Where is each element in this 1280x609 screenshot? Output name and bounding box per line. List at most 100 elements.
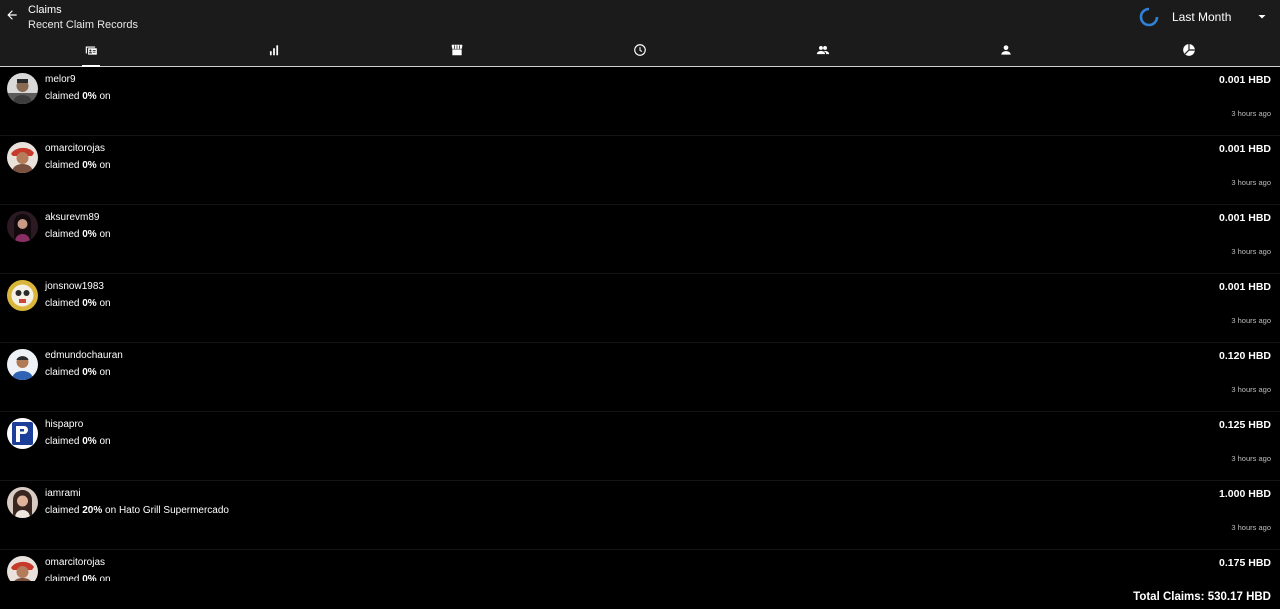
claim-percent: 0% (82, 91, 97, 102)
claim-description: claimed 0% on (45, 160, 111, 172)
claim-prefix: claimed (45, 160, 83, 171)
nav-tabs (0, 33, 1280, 67)
claim-store: on (96, 229, 111, 240)
avatar (7, 280, 38, 311)
claim-description: claimed 0% on (45, 229, 111, 241)
claim-store: on (96, 91, 111, 102)
claim-prefix: claimed (45, 298, 83, 309)
pie-chart-icon (1182, 43, 1195, 56)
claim-description: claimed 20% on Hato Grill Supermercado (45, 505, 229, 517)
claim-description: claimed 0% on (45, 91, 111, 103)
claim-time: 3 hours ago (1231, 109, 1271, 118)
avatar (7, 418, 38, 449)
total-claims: Total Claims: 530.17 HBD (1133, 591, 1271, 603)
claim-row[interactable]: hispapro claimed 0% on 0.125 HBD 3 hours… (0, 412, 1280, 481)
username[interactable]: iamrami (45, 488, 81, 500)
app-root: Claims Recent Claim Records Last Month m… (0, 0, 1280, 609)
claim-time: 3 hours ago (1231, 316, 1271, 325)
claim-time: 3 hours ago (1231, 523, 1271, 532)
claim-percent: 0% (82, 574, 97, 581)
card-icon (86, 46, 98, 55)
claim-amount: 0.120 HBD (1219, 350, 1271, 362)
claim-row[interactable]: aksurevm89 claimed 0% on 0.001 HBD 3 hou… (0, 205, 1280, 274)
claim-store: on (96, 436, 111, 447)
claim-store: on (96, 367, 111, 378)
claim-store: on Hato Grill Supermercado (102, 505, 229, 516)
avatar (7, 556, 38, 581)
claim-description: claimed 0% on (45, 436, 111, 448)
claim-time: 3 hours ago (1231, 178, 1271, 187)
claim-row[interactable]: melor9 claimed 0% on 0.001 HBD 3 hours a… (0, 67, 1280, 136)
username[interactable]: edmundochauran (45, 350, 123, 362)
avatar (7, 349, 38, 380)
claim-percent: 0% (82, 160, 97, 171)
store-icon (451, 44, 463, 55)
claim-row[interactable]: edmundochauran claimed 0% on 0.120 HBD 3… (0, 343, 1280, 412)
claim-amount: 0.125 HBD (1219, 419, 1271, 431)
loading-spinner-icon (1139, 7, 1159, 27)
claim-prefix: claimed (45, 229, 83, 240)
username[interactable]: aksurevm89 (45, 212, 99, 224)
claim-amount: 0.175 HBD (1219, 557, 1271, 569)
claim-prefix: claimed (45, 505, 83, 516)
title-block: Claims Recent Claim Records (28, 4, 138, 32)
time-range-select[interactable]: Last Month (1139, 6, 1273, 28)
claim-prefix: claimed (45, 91, 83, 102)
claim-prefix: claimed (45, 574, 83, 581)
claim-time: 3 hours ago (1231, 454, 1271, 463)
tab-stats[interactable] (183, 33, 366, 67)
claim-description: claimed 0% on (45, 298, 111, 310)
tab-reports[interactable] (1097, 33, 1280, 67)
tab-stores[interactable] (366, 33, 549, 67)
avatar (7, 142, 38, 173)
claim-amount: 0.001 HBD (1219, 212, 1271, 224)
avatar (7, 211, 38, 242)
claim-amount: 1.000 HBD (1219, 488, 1271, 500)
claim-row[interactable]: iamrami claimed 20% on Hato Grill Superm… (0, 481, 1280, 550)
avatar (7, 487, 38, 518)
page-subtitle: Recent Claim Records (28, 19, 139, 31)
claim-prefix: claimed (45, 367, 83, 378)
claim-percent: 0% (82, 229, 97, 240)
page-title: Claims (28, 4, 62, 16)
username[interactable]: jonsnow1983 (45, 281, 104, 293)
claims-list[interactable]: melor9 claimed 0% on 0.001 HBD 3 hours a… (0, 67, 1280, 581)
claim-row[interactable]: omarcitorojas claimed 0% on 0.001 HBD 3 … (0, 136, 1280, 205)
time-range-label: Last Month (1172, 10, 1232, 24)
tab-profile[interactable] (914, 33, 1097, 67)
claim-percent: 0% (82, 436, 97, 447)
clock-icon (634, 43, 646, 56)
caret-down-icon (1258, 15, 1266, 19)
bar-chart-icon (270, 44, 279, 55)
app-bar: Claims Recent Claim Records Last Month (0, 0, 1280, 67)
claim-store: on (96, 160, 111, 171)
claim-prefix: claimed (45, 436, 83, 447)
group-icon (816, 45, 829, 54)
claim-amount: 0.001 HBD (1219, 143, 1271, 155)
claim-time: 3 hours ago (1231, 385, 1271, 394)
claim-percent: 0% (82, 298, 97, 309)
tab-groups[interactable] (731, 33, 914, 67)
arrow-back-icon (7, 10, 17, 20)
claim-row[interactable]: jonsnow1983 claimed 0% on 0.001 HBD 3 ho… (0, 274, 1280, 343)
claim-amount: 0.001 HBD (1219, 281, 1271, 293)
back-button[interactable] (3, 5, 21, 25)
avatar (7, 73, 38, 104)
person-icon (1001, 44, 1011, 55)
tab-claims[interactable] (0, 33, 183, 67)
claim-description: claimed 0% on (45, 574, 111, 581)
claim-percent: 0% (82, 367, 97, 378)
claim-store: on (96, 298, 111, 309)
claim-store: on (96, 574, 111, 581)
claim-row[interactable]: omarcitorojas claimed 0% on 0.175 HBD (0, 550, 1280, 581)
username[interactable]: omarcitorojas (45, 143, 105, 155)
username[interactable]: melor9 (45, 74, 76, 86)
summary-footer: Total Claims: 530.17 HBD (0, 581, 1280, 609)
claim-amount: 0.001 HBD (1219, 74, 1271, 86)
tab-history[interactable] (549, 33, 732, 67)
username[interactable]: hispapro (45, 419, 83, 431)
claim-description: claimed 0% on (45, 367, 111, 379)
username[interactable]: omarcitorojas (45, 557, 105, 569)
claim-time: 3 hours ago (1231, 247, 1271, 256)
claim-percent: 20% (82, 505, 103, 516)
